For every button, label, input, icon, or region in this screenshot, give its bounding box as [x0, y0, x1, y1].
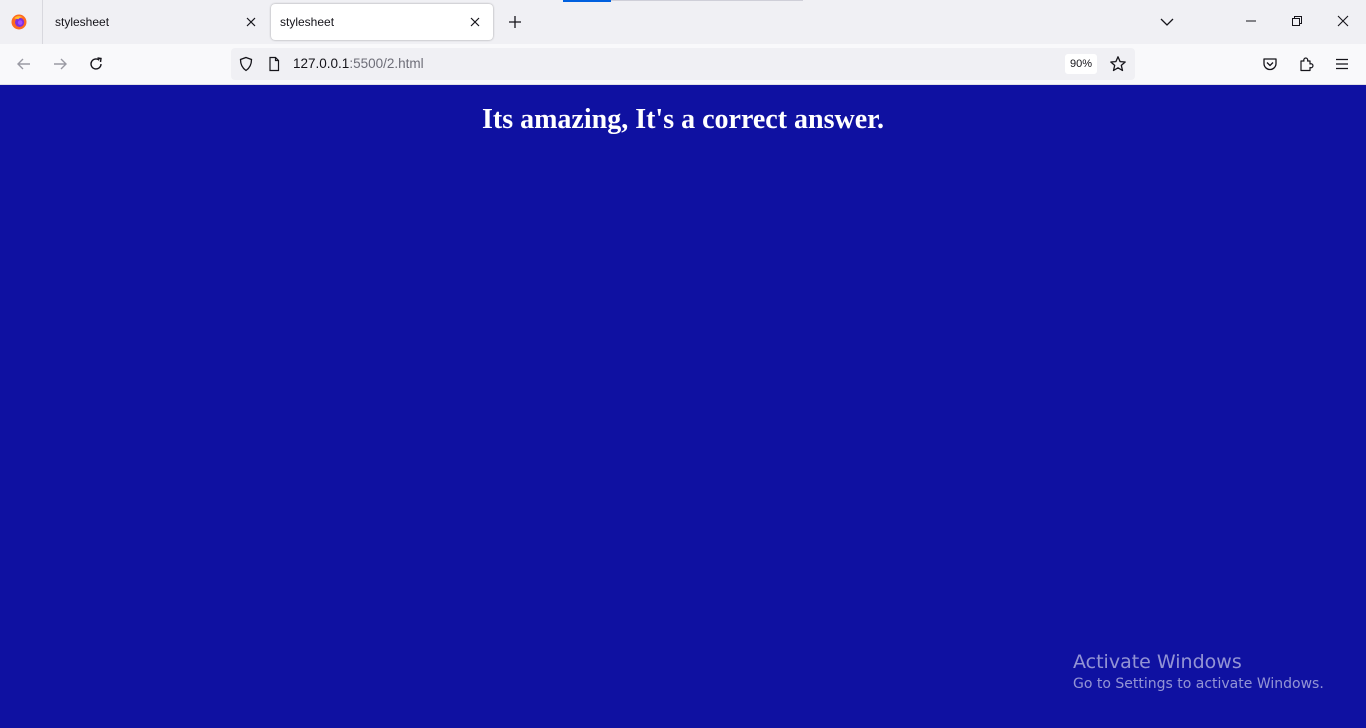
tab-title: stylesheet [55, 15, 110, 29]
url-host: 127.0.0.1 [293, 56, 350, 71]
firefox-logo-icon[interactable] [11, 14, 27, 30]
forward-button[interactable] [50, 54, 70, 74]
page-heading: Its amazing, It's a correct answer. [481, 104, 885, 135]
extensions-button[interactable] [1296, 54, 1316, 74]
hamburger-icon [1336, 58, 1348, 70]
zoom-level-badge[interactable]: 90% [1065, 54, 1097, 74]
url-path: :5500/2.html [349, 56, 424, 71]
reload-button[interactable] [86, 54, 106, 74]
back-button[interactable] [14, 54, 34, 74]
list-all-tabs-chevron-down-icon[interactable] [1158, 13, 1176, 31]
plus-icon [509, 16, 521, 28]
pocket-icon [1263, 58, 1277, 71]
arrow-left-icon [17, 58, 30, 70]
reload-icon [90, 57, 102, 70]
restore-icon [1292, 16, 1302, 26]
close-window-button[interactable] [1334, 12, 1352, 30]
watermark-subtitle: Go to Settings to activate Windows. [1073, 676, 1324, 692]
tab-strip: stylesheet stylesheet [0, 0, 1366, 44]
shield-icon[interactable] [238, 56, 254, 72]
page-content: Its amazing, It's a correct answer. [0, 85, 1366, 728]
tab-stylesheet-2[interactable]: stylesheet [271, 4, 493, 40]
loading-indicator [563, 0, 803, 2]
app-menu-button[interactable] [1332, 54, 1352, 74]
tab-stylesheet-1[interactable]: stylesheet [43, 4, 269, 40]
restore-button[interactable] [1288, 12, 1306, 30]
star-icon[interactable] [1109, 55, 1127, 73]
url-text[interactable]: 127.0.0.1:5500/2.html [293, 56, 424, 72]
document-icon[interactable] [266, 56, 282, 72]
browser-window: stylesheet stylesheet 127.0.0.1:5500/2.h… [0, 0, 1366, 728]
navigation-toolbar: 127.0.0.1:5500/2.html 90% [0, 44, 1366, 85]
tab-title: stylesheet [280, 15, 335, 29]
close-icon [1337, 15, 1349, 27]
arrow-right-icon [54, 58, 67, 70]
puzzle-icon [1300, 57, 1314, 72]
url-bar[interactable]: 127.0.0.1:5500/2.html 90% [231, 48, 1135, 80]
minimize-button[interactable] [1242, 12, 1260, 30]
activate-windows-watermark: Activate Windows Go to Settings to activ… [1073, 650, 1324, 694]
watermark-title: Activate Windows [1073, 651, 1242, 673]
tab-close-icon[interactable] [467, 14, 483, 30]
minimize-icon [1246, 20, 1256, 22]
new-tab-button[interactable] [505, 12, 525, 32]
pocket-button[interactable] [1260, 54, 1280, 74]
tab-close-icon[interactable] [243, 14, 259, 30]
